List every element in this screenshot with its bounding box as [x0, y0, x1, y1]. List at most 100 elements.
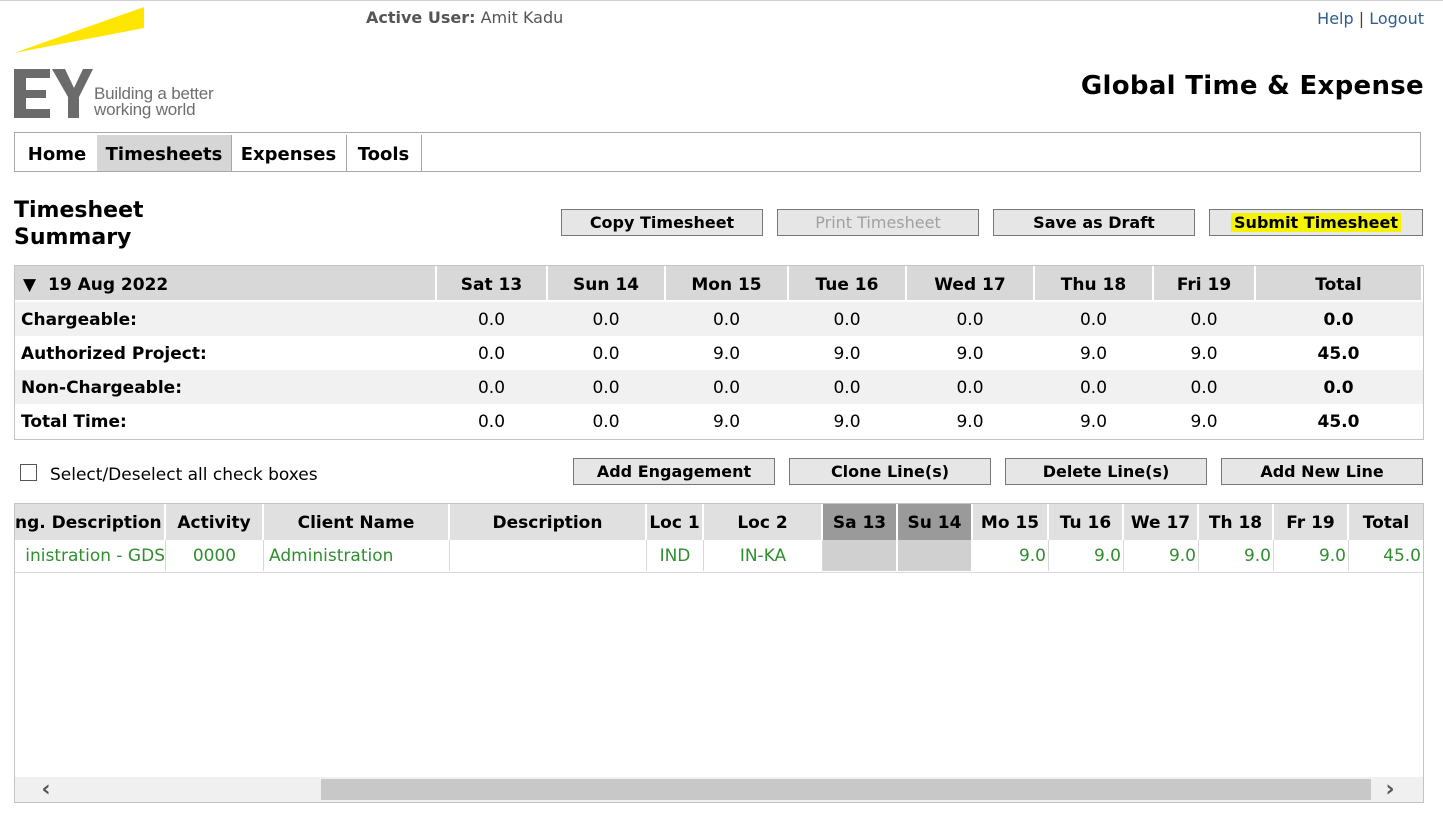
- summary-row-total-time: Total Time: 0.0 0.0 9.0 9.0 9.0 9.0 9.0 …: [15, 404, 1423, 438]
- summary-cell: 0.0: [833, 310, 861, 330]
- col-header-sa: Sa 13: [823, 504, 898, 540]
- cell-sa: [823, 540, 898, 571]
- summary-cell: 0.0: [592, 378, 620, 398]
- nav-expenses[interactable]: Expenses: [231, 135, 347, 171]
- main-nav: Home Timesheets Expenses Tools: [14, 132, 1421, 172]
- summary-col-header: Tue 16: [789, 266, 905, 300]
- timesheet-summary-table: ▼ 19 Aug 2022 Sat 13 Sun 14 Mon 15 Tue 1…: [14, 265, 1424, 440]
- summary-cell: 0.0: [477, 412, 506, 432]
- col-header-th: Th 18: [1199, 504, 1274, 540]
- summary-col-header: Thu 18: [1035, 266, 1152, 300]
- top-links: Help | Logout: [1317, 9, 1424, 28]
- col-header-activity[interactable]: Activity: [166, 504, 264, 540]
- timesheet-lines-grid: ng. Description Activity Client Name Des…: [14, 503, 1424, 803]
- summary-cell: 9.0: [712, 344, 741, 364]
- save-draft-button[interactable]: Save as Draft: [993, 209, 1195, 236]
- week-selector[interactable]: ▼ 19 Aug 2022: [15, 266, 435, 300]
- scroll-right-icon[interactable]: ›: [1375, 777, 1405, 802]
- summary-cell: 9.0: [1190, 412, 1218, 432]
- summary-row-label: Non-Chargeable:: [21, 378, 182, 398]
- logout-link[interactable]: Logout: [1369, 9, 1424, 28]
- col-header-we: We 17: [1124, 504, 1199, 540]
- cell-su: [898, 540, 973, 571]
- add-new-line-button[interactable]: Add New Line: [1221, 458, 1423, 485]
- nav-timesheets[interactable]: Timesheets: [97, 135, 232, 171]
- help-link[interactable]: Help: [1317, 9, 1353, 28]
- summary-cell: 0.0: [1079, 310, 1108, 330]
- summary-total-cell: 0.0: [1323, 310, 1354, 330]
- nav-home[interactable]: Home: [17, 135, 98, 171]
- col-header-su: Su 14: [898, 504, 973, 540]
- cell-loc2[interactable]: IN-KA: [704, 540, 823, 571]
- summary-cell: 9.0: [1190, 344, 1218, 364]
- col-header-loc2[interactable]: Loc 2: [704, 504, 823, 540]
- summary-cell: 0.0: [712, 378, 741, 398]
- summary-col-header: Mon 15: [666, 266, 787, 300]
- page-title: Timesheet Summary: [14, 197, 144, 251]
- col-header-total: Total: [1349, 504, 1423, 540]
- summary-cell: 0.0: [592, 412, 620, 432]
- cell-client-name[interactable]: Administration: [264, 540, 450, 571]
- summary-cell: 0.0: [1190, 378, 1218, 398]
- week-label: 19 Aug 2022: [48, 275, 169, 295]
- summary-cell: 9.0: [712, 412, 741, 432]
- select-all-checkbox[interactable]: [20, 464, 37, 481]
- cell-fr[interactable]: 9.0: [1274, 540, 1349, 571]
- summary-cell: 0.0: [592, 344, 620, 364]
- summary-col-header: Fri 19: [1154, 266, 1254, 300]
- link-separator: |: [1358, 9, 1365, 28]
- summary-cell: 9.0: [956, 344, 984, 364]
- cell-th[interactable]: 9.0: [1199, 540, 1274, 571]
- summary-cell: 9.0: [1079, 344, 1108, 364]
- horizontal-scrollbar[interactable]: ‹ ›: [15, 777, 1423, 802]
- scroll-thumb[interactable]: [321, 779, 1371, 800]
- summary-col-header: Wed 17: [907, 266, 1033, 300]
- cell-we[interactable]: 9.0: [1124, 540, 1199, 571]
- summary-row-authorized-project: Authorized Project: 0.0 0.0 9.0 9.0 9.0 …: [15, 336, 1423, 370]
- summary-cell: 9.0: [1079, 412, 1108, 432]
- summary-row-chargeable: Chargeable: 0.0 0.0 0.0 0.0 0.0 0.0 0.0 …: [15, 302, 1423, 336]
- add-engagement-button[interactable]: Add Engagement: [573, 458, 775, 485]
- summary-cell: 0.0: [833, 378, 861, 398]
- summary-cell: 0.0: [1079, 378, 1108, 398]
- col-header-loc1[interactable]: Loc 1: [647, 504, 704, 540]
- cell-loc1[interactable]: IND: [647, 540, 704, 571]
- delete-lines-button[interactable]: Delete Line(s): [1005, 458, 1207, 485]
- col-header-mo: Mo 15: [973, 504, 1049, 540]
- summary-cell: 9.0: [956, 412, 984, 432]
- summary-cell: 0.0: [477, 310, 506, 330]
- col-header-eng-description[interactable]: ng. Description: [15, 504, 166, 540]
- summary-row-label: Chargeable:: [21, 310, 137, 330]
- print-timesheet-button[interactable]: Print Timesheet: [777, 209, 979, 236]
- summary-cell: 0.0: [712, 310, 741, 330]
- clone-lines-button[interactable]: Clone Line(s): [789, 458, 991, 485]
- submit-timesheet-label: Submit Timesheet: [1231, 213, 1401, 232]
- nav-tools[interactable]: Tools: [346, 135, 422, 171]
- summary-cell: 0.0: [477, 378, 506, 398]
- copy-timesheet-button[interactable]: Copy Timesheet: [561, 209, 763, 236]
- cell-tu[interactable]: 9.0: [1049, 540, 1124, 571]
- summary-cell: 0.0: [956, 378, 984, 398]
- col-header-client-name[interactable]: Client Name: [264, 504, 450, 540]
- cell-activity[interactable]: 0000: [166, 540, 264, 571]
- summary-col-header: Sat 13: [437, 266, 546, 300]
- collapse-triangle-icon[interactable]: ▼: [23, 275, 36, 295]
- cell-total: 45.0: [1383, 546, 1421, 566]
- ey-logo: Building a better working world: [12, 6, 227, 124]
- col-header-description[interactable]: Description: [450, 504, 647, 540]
- active-user-name: Amit Kadu: [480, 8, 564, 27]
- select-all-label[interactable]: Select/Deselect all check boxes: [50, 465, 318, 485]
- summary-cell: 0.0: [1190, 310, 1218, 330]
- submit-timesheet-button[interactable]: Submit Timesheet: [1209, 209, 1423, 236]
- summary-cell: 9.0: [833, 344, 861, 364]
- cell-eng-description[interactable]: inistration - GDS: [15, 540, 166, 571]
- summary-total-cell: 45.0: [1317, 344, 1360, 364]
- summary-cell: 0.0: [477, 344, 506, 364]
- scroll-left-icon[interactable]: ‹: [31, 777, 61, 802]
- summary-row-non-chargeable: Non-Chargeable: 0.0 0.0 0.0 0.0 0.0 0.0 …: [15, 370, 1423, 404]
- table-row[interactable]: inistration - GDS 0000 Administration IN…: [15, 540, 1423, 573]
- app-title: Global Time & Expense: [1080, 71, 1424, 101]
- cell-description[interactable]: [450, 540, 647, 571]
- top-border: [0, 0, 1443, 1]
- cell-mo[interactable]: 9.0: [973, 540, 1049, 571]
